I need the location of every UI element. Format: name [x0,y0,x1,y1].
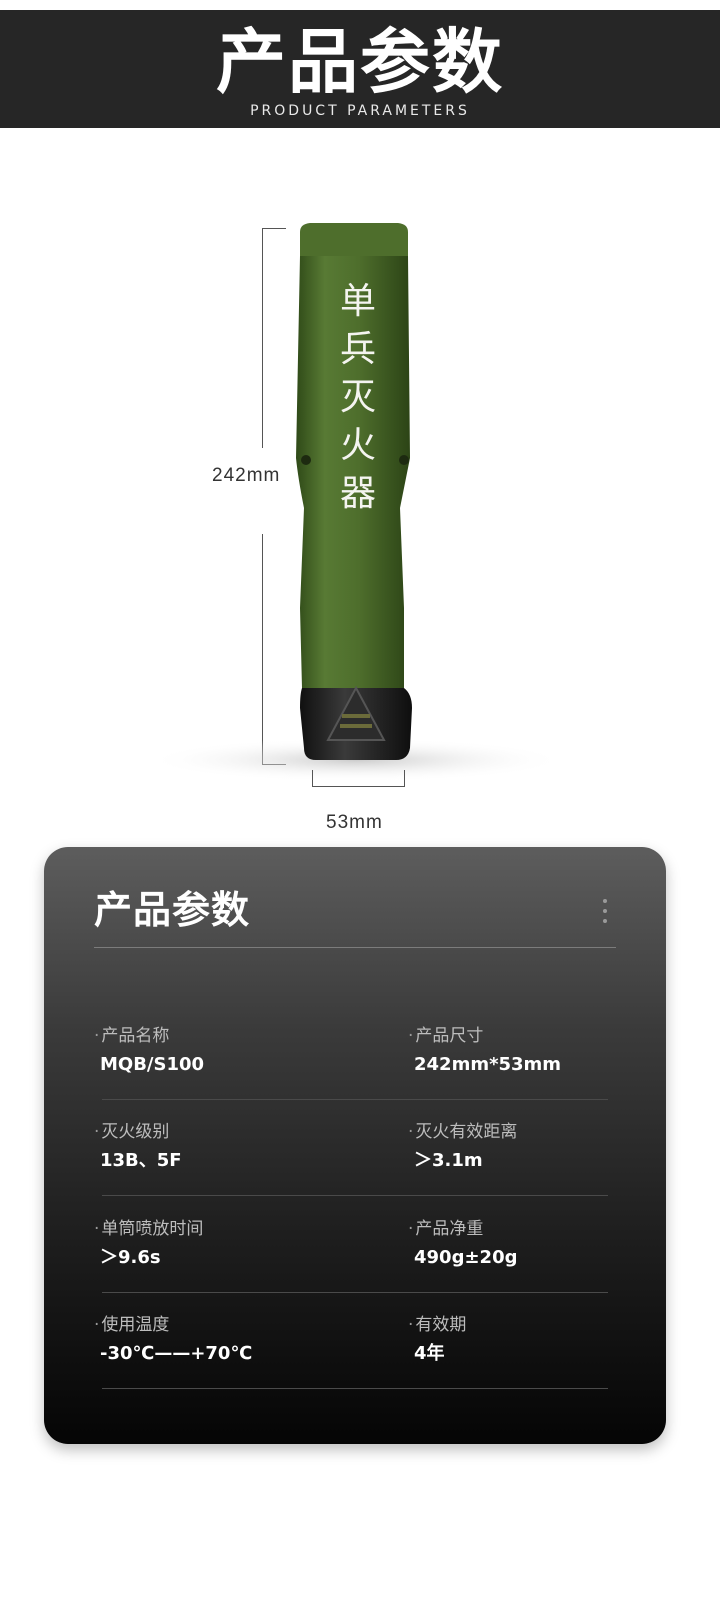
param-label: 有效期 [408,1314,658,1336]
extinguisher-label: 单兵灭火器 [339,281,376,514]
width-dimension-left-tick [312,770,313,787]
param-discharge-time: 单筒喷放时间 ＞9.6s [94,1218,344,1270]
param-value: ＞3.1m [414,1150,483,1171]
param-value: 13B、5F [100,1150,182,1171]
row-divider [102,1292,608,1293]
row-divider [102,1195,608,1196]
param-value: 490g±20g [414,1247,518,1268]
nozzle-vent [342,714,370,718]
card-divider [94,947,616,948]
param-label: 产品净重 [408,1218,658,1240]
param-operating-temperature: 使用温度 -30℃——+70℃ [94,1314,344,1366]
param-label: 灭火有效距离 [408,1121,658,1143]
param-label: 产品名称 [94,1025,344,1047]
param-value: MQB/S100 [100,1054,205,1075]
param-value: 4年 [414,1343,445,1364]
extinguisher-cap [300,223,408,258]
parameter-card: 产品参数 产品名称 MQB/S100 产品尺寸 242mm*53mm 灭火级别 … [44,847,666,1444]
param-fire-rating: 灭火级别 13B、5F [94,1121,344,1173]
row-divider [102,1388,608,1389]
param-net-weight: 产品净重 490g±20g [408,1218,658,1270]
page-subtitle: PRODUCT PARAMETERS [250,103,470,119]
param-product-name: 产品名称 MQB/S100 [94,1025,344,1077]
param-label: 单筒喷放时间 [94,1218,344,1240]
more-menu-icon[interactable] [602,899,608,927]
product-illustration: 242mm 单兵灭火器 53mm [0,128,720,838]
card-title: 产品参数 [94,888,251,932]
row-divider [102,1099,608,1100]
width-dimension-line [312,786,404,787]
param-value: ＞9.6s [100,1247,161,1268]
param-effective-distance: 灭火有效距离 ＞3.1m [408,1121,658,1173]
side-hole-right [399,455,409,465]
width-dimension-label: 53mm [326,812,383,833]
param-value: -30℃——+70℃ [100,1343,253,1364]
param-label: 使用温度 [94,1314,344,1336]
header-banner: 产品参数 PRODUCT PARAMETERS [0,10,720,128]
param-label: 产品尺寸 [408,1025,658,1047]
side-hole-left [301,455,311,465]
width-dimension-right-tick [404,770,405,787]
page-title: 产品参数 [216,21,504,103]
param-value: 242mm*53mm [414,1054,562,1075]
nozzle-vent [340,724,372,728]
param-product-size: 产品尺寸 242mm*53mm [408,1025,658,1077]
param-shelf-life: 有效期 4年 [408,1314,658,1366]
param-label: 灭火级别 [94,1121,344,1143]
